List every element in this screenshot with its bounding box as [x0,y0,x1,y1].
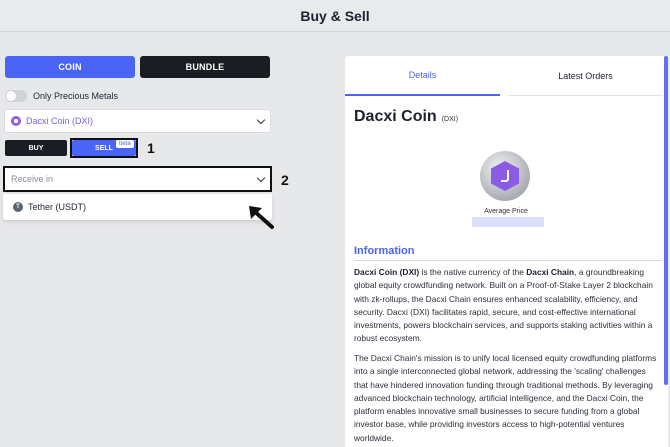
top-bar: Buy & Sell [0,0,670,32]
dxi-coin-icon [11,116,21,126]
coin-select[interactable]: Dacxi Coin (DXI) [4,109,271,133]
annotation-2: 2 [281,172,289,188]
receive-in-select[interactable]: Receive in [3,166,272,192]
tab-latest-orders[interactable]: Latest Orders [508,56,663,96]
coin-heading: Dacxi Coin (DXI) [354,108,458,126]
coin-select-value: Dacxi Coin (DXI) [26,116,94,126]
receive-option-usdt[interactable]: T Tether (USDT) [3,194,272,220]
details-panel: Details Latest Orders Dacxi Coin (DXI) A… [345,56,668,447]
average-price-value-placeholder [472,217,544,227]
average-price-label: Average Price [484,208,528,215]
chevron-down-icon [256,115,266,124]
beta-badge: beta [116,140,134,148]
receive-option-label: Tether (USDT) [28,202,87,212]
panel-tabs: Details Latest Orders [345,56,668,96]
coin-name: Dacxi Coin [354,108,437,125]
annotation-1: 1 [147,140,155,156]
info-paragraph-1: Dacxi Coin (DXI) is the native currency … [354,267,653,344]
tab-details[interactable]: Details [345,56,500,96]
bundle-tab-button[interactable]: BUNDLE [140,56,270,78]
annotation-arrow-icon [247,204,275,230]
coin-symbol: (DXI) [441,116,459,123]
coin-tab-button[interactable]: COIN [5,56,135,78]
panel-scrollbar[interactable] [664,56,668,385]
dxi-coin-medal-icon [480,151,530,201]
precious-metals-label: Only Precious Metals [33,91,119,101]
buy-button[interactable]: BUY [5,140,67,156]
chevron-down-icon [256,173,266,182]
precious-metals-toggle-row: Only Precious Metals [5,90,118,102]
receive-in-placeholder: Receive in [11,174,54,184]
information-heading: Information [354,245,415,257]
tether-icon: T [13,202,23,212]
precious-metals-switch[interactable] [5,90,27,102]
page-title: Buy & Sell [300,7,370,24]
divider [354,260,662,261]
info-paragraph-2: The Dacxi Chain's mission is to unify lo… [354,353,657,443]
